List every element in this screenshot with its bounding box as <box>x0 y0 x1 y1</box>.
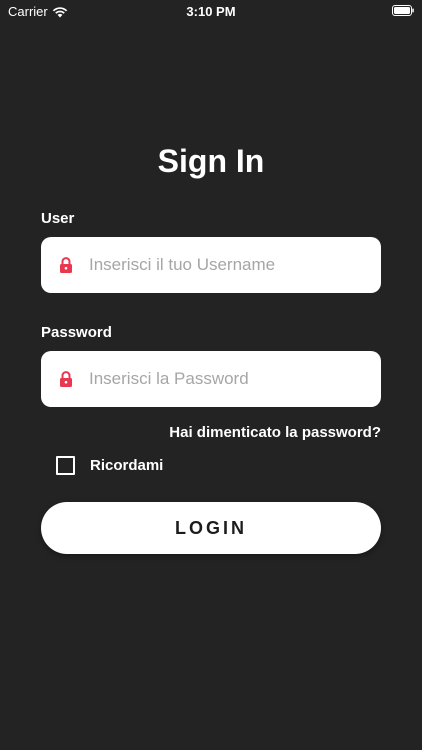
forgot-password-link[interactable]: Hai dimenticato la password? <box>169 424 381 441</box>
remember-me-label[interactable]: Ricordami <box>90 457 163 474</box>
status-bar: Carrier 3:10 PM <box>0 0 422 22</box>
remember-me-checkbox[interactable] <box>56 456 75 475</box>
lock-icon <box>60 371 72 387</box>
page-title: Sign In <box>157 143 265 179</box>
password-label: Password <box>41 324 112 341</box>
user-input-container[interactable] <box>41 237 381 293</box>
sign-in-screen: Carrier 3:10 PM Sign In User Password <box>0 0 422 750</box>
password-input[interactable] <box>89 369 349 389</box>
login-button[interactable]: LOGIN <box>41 502 381 554</box>
user-label: User <box>41 210 75 227</box>
status-time: 3:10 PM <box>186 4 236 19</box>
username-input[interactable] <box>89 255 349 275</box>
remember-me-row[interactable]: Ricordami <box>56 456 163 475</box>
battery-icon <box>392 5 414 16</box>
lock-icon <box>60 257 72 273</box>
password-input-container[interactable] <box>41 351 381 407</box>
